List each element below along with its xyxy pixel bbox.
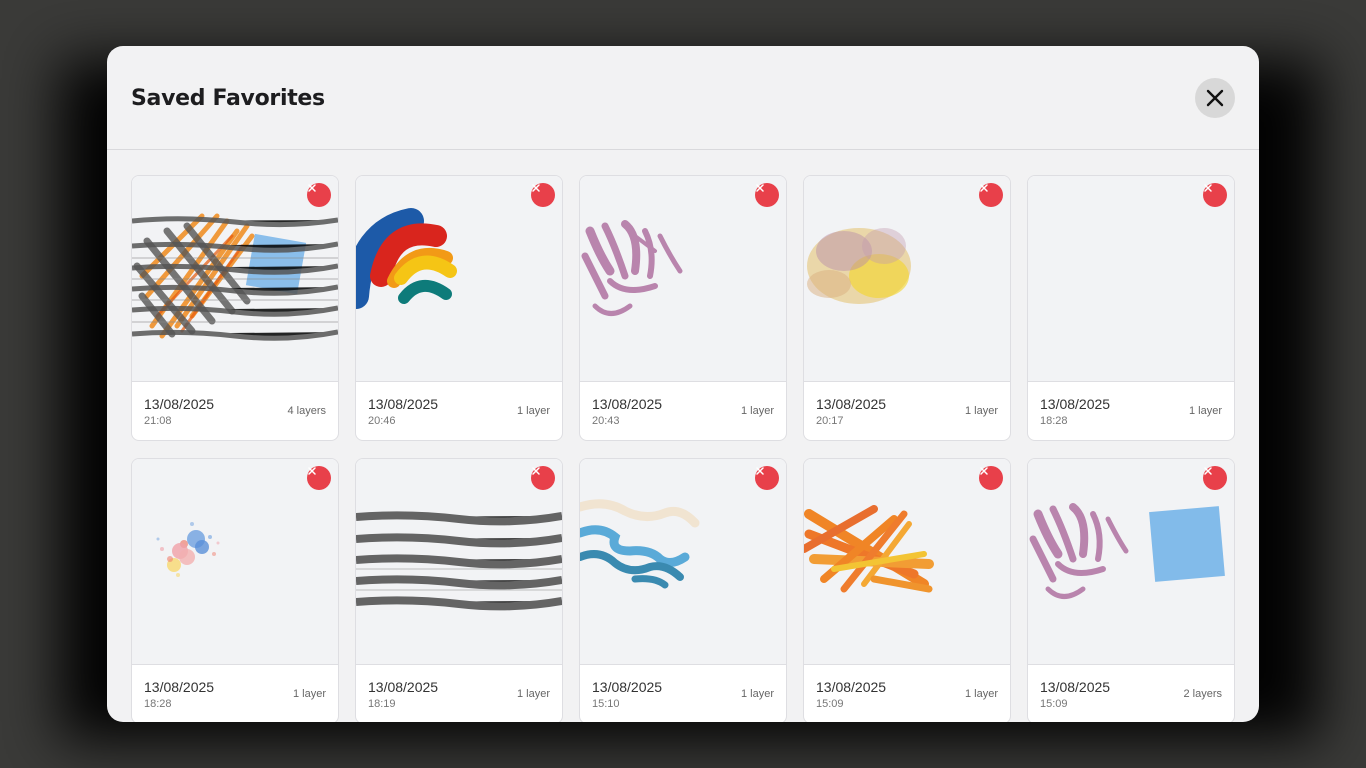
favorite-time: 20:43 [592,415,620,427]
remove-icon [1204,467,1212,475]
favorite-date: 13/08/2025 [816,679,887,695]
delete-favorite-button[interactable] [531,466,555,490]
favorites-grid: 13/08/2025 21:08 4 layers 13/08/2025 20:… [131,175,1235,722]
delete-favorite-button[interactable] [755,183,779,207]
favorite-date: 13/08/2025 [144,396,215,412]
remove-icon [308,467,316,475]
favorite-date: 13/08/2025 [816,396,887,412]
thumbnail-preview[interactable] [1028,176,1234,382]
favorite-info: 13/08/2025 21:08 4 layers [132,382,338,440]
modal-title: Saved Favorites [131,86,325,111]
favorite-layer-count: 1 layer [516,405,550,417]
favorite-info: 13/08/2025 15:09 2 layers [1028,665,1234,722]
thumbnail-preview[interactable] [132,459,338,665]
favorite-layer-count: 1 layer [292,688,326,700]
delete-favorite-button[interactable] [979,183,1003,207]
remove-icon [980,467,988,475]
remove-icon [308,184,316,192]
remove-icon [1204,184,1212,192]
favorite-time: 15:09 [1040,698,1068,710]
close-icon [1206,89,1224,107]
favorite-layer-count: 2 layers [1183,688,1222,700]
favorites-modal: Saved Favorites 13/08/2025 21:08 4 layer… [107,46,1259,722]
favorite-layer-count: 1 layer [740,688,774,700]
favorite-info: 13/08/2025 15:10 1 layer [580,665,786,722]
favorite-layer-count: 1 layer [740,405,774,417]
favorite-info: 13/08/2025 18:19 1 layer [356,665,562,722]
favorite-time: 18:28 [1040,415,1068,427]
favorite-time: 18:19 [368,698,396,710]
favorite-date: 13/08/2025 [1040,679,1111,695]
favorite-card[interactable]: 13/08/2025 18:28 1 layer [1027,175,1235,441]
favorite-date: 13/08/2025 [1040,396,1111,412]
delete-favorite-button[interactable] [307,466,331,490]
close-button[interactable] [1195,78,1235,118]
remove-icon [532,184,540,192]
favorite-info: 13/08/2025 20:17 1 layer [804,382,1010,440]
thumbnail-preview[interactable] [804,459,1010,665]
favorite-card[interactable]: 13/08/2025 21:08 4 layers [131,175,339,441]
favorite-layer-count: 1 layer [1188,405,1222,417]
favorite-card[interactable]: 13/08/2025 18:28 1 layer [131,458,339,722]
favorite-date: 13/08/2025 [144,679,215,695]
favorite-date: 13/08/2025 [592,679,663,695]
favorite-date: 13/08/2025 [368,679,439,695]
favorite-card[interactable]: 13/08/2025 15:10 1 layer [579,458,787,722]
delete-favorite-button[interactable] [307,183,331,207]
modal-header: Saved Favorites [107,46,1259,150]
remove-icon [756,184,764,192]
favorite-layer-count: 1 layer [964,688,998,700]
favorite-layer-count: 1 layer [964,405,998,417]
remove-icon [980,184,988,192]
remove-icon [532,467,540,475]
delete-favorite-button[interactable] [1203,466,1227,490]
favorite-time: 18:28 [144,698,172,710]
thumbnail-preview[interactable] [580,459,786,665]
delete-favorite-button[interactable] [755,466,779,490]
favorite-time: 15:09 [816,698,844,710]
thumbnail-preview[interactable] [804,176,1010,382]
favorite-info: 13/08/2025 20:43 1 layer [580,382,786,440]
favorite-info: 13/08/2025 15:09 1 layer [804,665,1010,722]
favorite-card[interactable]: 13/08/2025 20:17 1 layer [803,175,1011,441]
thumbnail-preview[interactable] [132,176,338,382]
favorite-card[interactable]: 13/08/2025 20:43 1 layer [579,175,787,441]
favorite-date: 13/08/2025 [368,396,439,412]
favorite-date: 13/08/2025 [592,396,663,412]
favorite-layer-count: 4 layers [287,405,326,417]
favorite-info: 13/08/2025 18:28 1 layer [132,665,338,722]
thumbnail-preview[interactable] [1028,459,1234,665]
favorite-info: 13/08/2025 18:28 1 layer [1028,382,1234,440]
delete-favorite-button[interactable] [531,183,555,207]
favorite-layer-count: 1 layer [516,688,550,700]
favorite-info: 13/08/2025 20:46 1 layer [356,382,562,440]
delete-favorite-button[interactable] [1203,183,1227,207]
favorite-card[interactable]: 13/08/2025 15:09 1 layer [803,458,1011,722]
favorite-time: 20:46 [368,415,396,427]
favorite-card[interactable]: 13/08/2025 20:46 1 layer [355,175,563,441]
favorite-time: 20:17 [816,415,844,427]
thumbnail-preview[interactable] [356,459,562,665]
favorite-time: 21:08 [144,415,172,427]
thumbnail-preview[interactable] [356,176,562,382]
favorite-card[interactable]: 13/08/2025 18:19 1 layer [355,458,563,722]
favorite-time: 15:10 [592,698,620,710]
favorite-card[interactable]: 13/08/2025 15:09 2 layers [1027,458,1235,722]
remove-icon [756,467,764,475]
thumbnail-preview[interactable] [580,176,786,382]
delete-favorite-button[interactable] [979,466,1003,490]
